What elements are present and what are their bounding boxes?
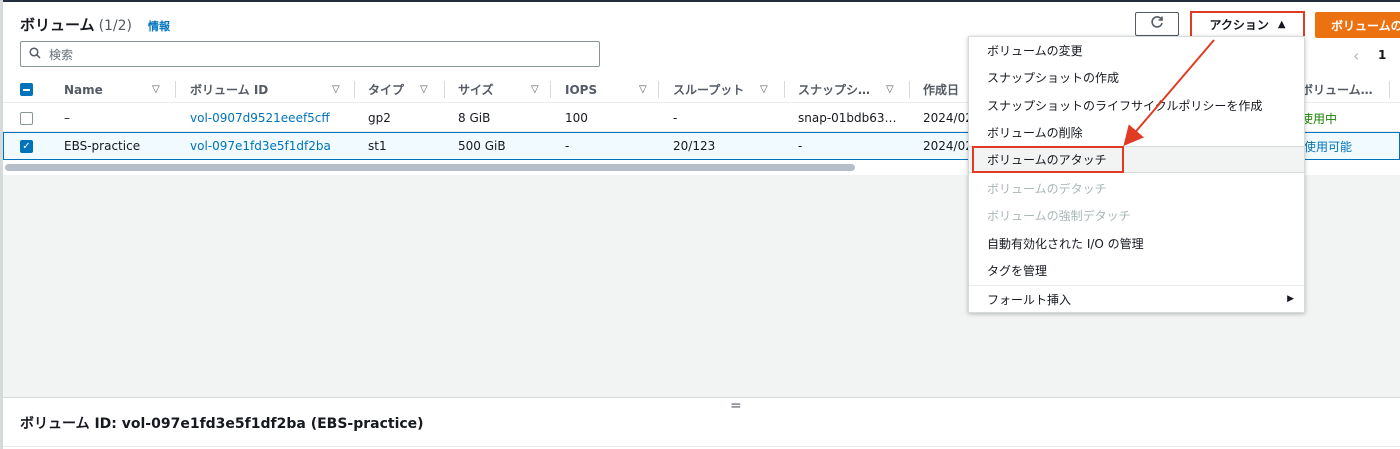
search-icon [29,46,41,62]
actions-button[interactable]: アクション ▲ [1190,11,1305,38]
sort-icon[interactable]: ▽ [152,84,160,95]
cell-size: 8 GiB [458,111,491,125]
cell-created: 2024/02 [923,111,971,125]
cell-snapshot: - [798,139,803,153]
previous-page-icon[interactable]: ‹ [1353,46,1359,65]
divider [3,446,1400,447]
menu-item-label: フォールト挿入 [987,292,1072,307]
cell-name: – [64,111,70,125]
column-header-label: IOPS [565,82,598,97]
cell-iops: - [565,139,570,153]
column-header-volume-state[interactable]: ボリューム… [1301,76,1385,103]
menu-item-force-detach-volume: ボリュームの強制デタッチ [987,208,1131,223]
menu-item-manage-tags[interactable]: タグを管理 [969,257,1304,283]
search-input[interactable]: 検索 [20,41,600,67]
cell-type: st1 [368,139,387,153]
sort-icon[interactable]: ▽ [420,84,428,95]
actions-dropdown-menu: ボリュームの変更 スナップショットの作成 スナップショットのライフサイクルポリシ… [968,36,1305,313]
cell-created: 2024/02 [923,139,971,153]
column-header-snapshot[interactable]: スナップシ… ▽ [798,76,908,103]
create-volume-button[interactable]: ボリュームの [1315,12,1400,38]
search-placeholder: 検索 [49,47,74,62]
column-header-label: タイプ [368,83,405,97]
sort-icon[interactable]: ▽ [332,84,340,95]
column-header-throughput[interactable]: スループット ▽ [673,76,783,103]
column-divider[interactable] [784,81,785,98]
cell-size: 500 GiB [458,139,506,153]
cell-iops: 100 [565,111,588,125]
cell-state: 使用可能 [1301,132,1399,160]
cell-throughput: - [673,111,678,125]
column-header-type[interactable]: タイプ ▽ [368,76,443,103]
selection-count: (1/2) [98,18,133,34]
column-header-label: ボリューム ID [190,83,269,97]
horizontal-scrollbar[interactable] [5,164,855,171]
menu-item-create-snapshot[interactable]: スナップショットの作成 [969,64,1304,90]
menu-item-detach-volume: ボリュームのデタッチ [987,181,1107,196]
column-header-label: スループット [673,83,745,97]
cell-state-text: 使用可能 [1303,139,1352,154]
cell-volume-id-link[interactable]: vol-097e1fd3e5f1df2ba [190,132,331,160]
column-divider[interactable] [909,81,910,98]
caret-right-icon: ▶ [1287,294,1294,304]
page-number[interactable]: 1 [1378,48,1386,62]
column-divider[interactable] [1389,81,1390,98]
cell-state: 使用中 [1301,104,1400,132]
cell-name: EBS-practice [64,139,141,153]
column-divider[interactable] [550,81,551,98]
row-checkbox[interactable] [20,104,33,132]
info-link[interactable]: 情報 [148,18,170,34]
cell-volume-id-link[interactable]: vol-0907d9521eeef5cff [190,104,330,132]
sort-icon[interactable]: ▽ [760,84,768,95]
column-header-label: サイズ [458,83,494,97]
column-divider[interactable] [354,81,355,98]
annotation-highlight-box [972,146,1124,173]
page-title: ボリューム (1/2) [20,14,132,35]
column-header-label: Name [64,82,103,97]
details-title: ボリューム ID: vol-097e1fd3e5f1df2ba (EBS-pra… [20,416,424,432]
column-divider[interactable] [444,81,445,98]
menu-item-fault-injection[interactable]: フォールト挿入 ▶ [969,286,1304,312]
cell-snapshot: snap-01bdb63… [798,111,897,125]
row-checkbox-checked[interactable]: ✓ [20,132,33,160]
column-header-label: 作成日 [923,83,960,97]
cell-type: gp2 [368,111,391,125]
menu-item-delete-volume[interactable]: ボリュームの削除 [969,119,1304,145]
column-header-size[interactable]: サイズ ▽ [458,76,548,103]
resize-handle[interactable]: = [730,398,742,414]
sort-icon[interactable]: ▽ [886,84,894,95]
column-divider[interactable] [175,81,176,98]
details-panel: = ボリューム ID: vol-097e1fd3e5f1df2ba (EBS-p… [3,397,1400,449]
cell-throughput: 20/123 [673,139,716,153]
column-header-created[interactable]: 作成日 [923,76,971,103]
menu-item-create-lifecycle-policy[interactable]: スナップショットのライフサイクルポリシーを作成 [969,92,1304,118]
column-divider[interactable] [658,81,659,98]
sort-icon[interactable]: ▽ [531,84,539,95]
menu-item-modify-volume[interactable]: ボリュームの変更 [969,37,1304,63]
column-header-name[interactable]: Name ▽ [64,76,174,103]
menu-item-manage-auto-enabled-io[interactable]: 自動有効化された I/O の管理 [969,230,1304,256]
actions-button-label: アクション [1209,18,1269,32]
sort-icon[interactable]: ▽ [639,84,647,95]
column-header-iops[interactable]: IOPS ▽ [565,76,655,103]
column-header-label: ボリューム… [1301,83,1373,97]
cell-state-text: 使用中 [1301,111,1338,126]
select-all-checkbox[interactable] [20,76,33,103]
caret-up-icon: ▲ [1277,19,1286,30]
column-header-volume-id[interactable]: ボリューム ID ▽ [190,76,350,103]
refresh-icon [1150,15,1164,33]
column-header-label: スナップシ… [798,83,871,97]
refresh-button[interactable] [1135,12,1179,36]
page-title-text: ボリューム [20,16,95,34]
